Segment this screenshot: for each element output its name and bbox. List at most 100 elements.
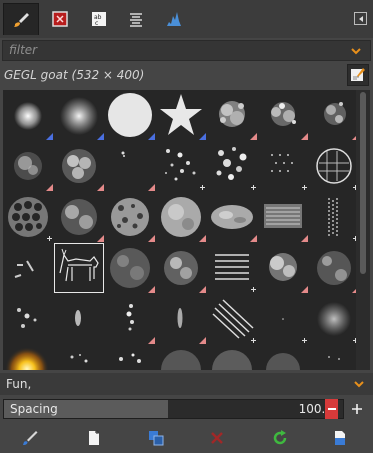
pixmap-badge-icon (97, 184, 104, 191)
edit-brush-button[interactable] (347, 64, 369, 86)
pixmap-badge-icon (199, 286, 206, 293)
edit-brush-action-button[interactable] (20, 428, 40, 448)
brush-acrylic-02[interactable] (258, 90, 308, 140)
brush-dots-faint[interactable] (309, 345, 356, 370)
tab-histogram[interactable] (156, 3, 192, 35)
pixmap-badge-icon (301, 235, 308, 242)
brush-actions-bar (0, 424, 373, 453)
brush-sponge[interactable] (105, 192, 155, 242)
spacing-slider[interactable]: Spacing 100.0 (3, 399, 344, 419)
brush-acrylic-01[interactable] (207, 90, 257, 140)
brush-soft-texture[interactable] (258, 345, 308, 370)
scalable-badge-icon (97, 133, 104, 140)
paintbrush-icon (23, 431, 38, 445)
pixmap-badge-icon (46, 184, 53, 191)
cross-badge-icon (251, 287, 256, 292)
document-history-icon (130, 13, 142, 27)
brush-cells-large[interactable] (3, 192, 53, 242)
pattern-icon (52, 11, 68, 27)
brush-lines-horizontal[interactable] (207, 243, 257, 293)
chevron-down-icon[interactable] (351, 46, 361, 56)
edit-brush-icon (351, 68, 365, 81)
delete-brush-button[interactable] (207, 428, 227, 448)
svg-text:c: c (95, 20, 98, 27)
brush-pixel[interactable] (258, 294, 308, 344)
brush-debris[interactable] (3, 294, 53, 344)
chevron-down-icon[interactable] (354, 379, 364, 389)
pixmap-badge-icon (148, 235, 155, 242)
scalable-badge-icon (148, 133, 155, 140)
brush-title: GEGL goat (532 × 400) (4, 68, 145, 82)
cross-badge-icon (302, 338, 307, 343)
cross-badge-icon (251, 338, 256, 343)
brush-info-bar: GEGL goat (532 × 400) (0, 63, 373, 87)
brush-spray[interactable] (3, 141, 53, 191)
plus-icon (351, 404, 362, 414)
brush-grid-scrollbar[interactable] (356, 90, 370, 370)
cross-badge-icon (200, 185, 205, 190)
spacing-decrease-button[interactable] (325, 399, 338, 419)
duplicate-icon (149, 431, 164, 446)
filter-label: filter (9, 43, 38, 57)
brush-dots-vertical[interactable] (105, 294, 155, 344)
brush-hardness-025[interactable] (3, 90, 53, 140)
brush-pencil[interactable] (156, 294, 206, 344)
brush-acrylic-03[interactable] (309, 90, 356, 140)
brush-splatter[interactable] (156, 141, 206, 191)
new-brush-button[interactable] (84, 428, 104, 448)
refresh-brushes-button[interactable] (270, 428, 290, 448)
scalable-badge-icon (199, 133, 206, 140)
brush-star[interactable] (156, 90, 206, 140)
cross-badge-icon (251, 185, 256, 190)
spacing-increase-button[interactable] (350, 399, 363, 419)
brush-hardness-050[interactable] (54, 90, 104, 140)
brush-cells[interactable] (309, 141, 356, 191)
brush-sparkles[interactable] (105, 345, 155, 370)
brush-gegl-goat[interactable] (54, 243, 104, 293)
brush-fuzzy[interactable] (309, 294, 356, 344)
brush-texture-grain[interactable] (156, 345, 206, 370)
tab-patterns[interactable] (42, 3, 78, 35)
brush-sun-glow[interactable] (3, 345, 53, 370)
tab-brushes[interactable] (3, 3, 39, 35)
tab-document-history[interactable] (118, 3, 154, 35)
spacing-label: Spacing (10, 402, 58, 416)
brush-smudge[interactable] (54, 294, 104, 344)
brush-strands[interactable] (309, 192, 356, 242)
brush-texture-hatch[interactable] (258, 192, 308, 242)
pixmap-badge-icon (301, 133, 308, 140)
duplicate-brush-button[interactable] (146, 428, 166, 448)
brush-dot-sparse[interactable] (105, 141, 155, 191)
open-brush-as-image-button[interactable] (330, 428, 350, 448)
cross-badge-icon (47, 236, 52, 241)
cross-badge-icon (302, 185, 307, 190)
brush-bubbles[interactable] (207, 141, 257, 191)
refresh-icon (273, 430, 287, 445)
tag-selector[interactable]: Fun, (0, 373, 373, 395)
brush-scatter-shapes[interactable] (3, 243, 53, 293)
brush-cloud[interactable] (258, 243, 308, 293)
brush-grass[interactable] (309, 243, 356, 293)
tab-fonts[interactable]: ab c (81, 3, 117, 35)
tag-filter[interactable]: filter (2, 40, 371, 61)
pixmap-badge-icon (97, 235, 104, 242)
minus-icon (327, 408, 336, 410)
brush-texture-fine[interactable] (105, 243, 155, 293)
brush-speckle[interactable] (54, 345, 104, 370)
brush-noise[interactable] (207, 345, 257, 370)
brush-grunge-02[interactable] (156, 243, 206, 293)
brush-grunge[interactable] (54, 192, 104, 242)
brush-texture-oval[interactable] (207, 192, 257, 242)
brush-hardness-100[interactable] (105, 90, 155, 140)
fonts-icon: ab c (92, 12, 106, 27)
new-document-icon (89, 430, 99, 445)
brush-lines-diagonal[interactable] (207, 294, 257, 344)
paintbrush-icon (14, 12, 29, 27)
brush-chalk[interactable] (54, 141, 104, 191)
tab-menu-button[interactable] (354, 12, 367, 25)
scalable-badge-icon (46, 133, 53, 140)
brush-dots-grid[interactable] (258, 141, 308, 191)
tag-selector-value: Fun, (6, 377, 32, 391)
brush-sponge-02[interactable] (156, 192, 206, 242)
scrollbar-thumb[interactable] (360, 92, 366, 274)
